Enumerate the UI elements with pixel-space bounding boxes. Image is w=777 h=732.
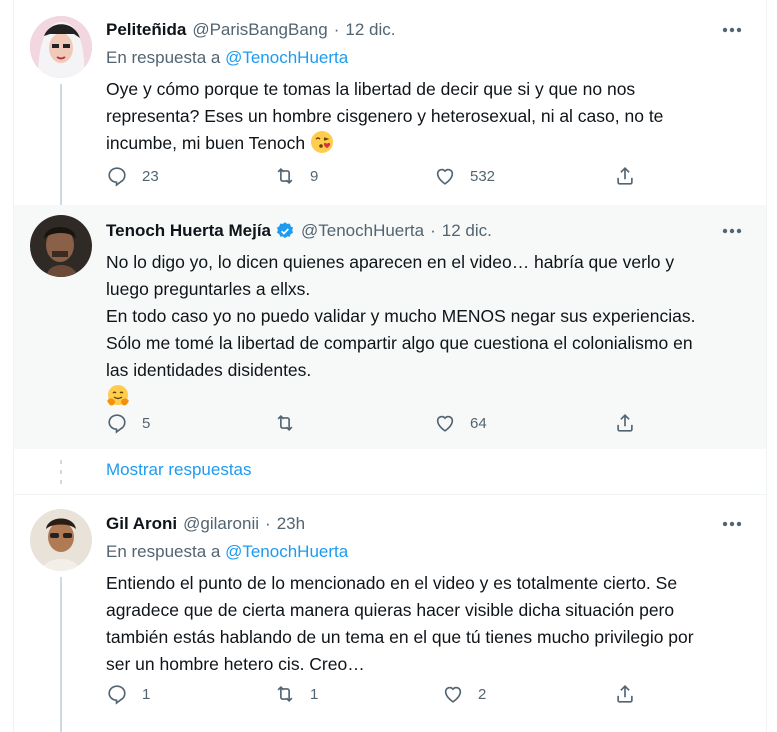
tweet-text: Entiendo el punto de lo mencionado en el… [106,570,746,678]
reply-button[interactable]: 5 [106,412,150,434]
conversation-timeline: Peliteñida @ParisBangBang · 12 dic. En r… [13,0,767,732]
tweet-text-line: representa? Eses un hombre cisgenero y h… [106,106,664,126]
tweet-text-line [106,384,746,411]
avatar-image [30,509,92,571]
tweet-text-line: No lo digo yo, lo dicen quienes aparecen… [106,252,675,272]
tweet-text-line: En todo caso yo no puedo validar y mucho… [106,306,696,326]
tweet-text-line: Oye y cómo porque te tomas la libertad d… [106,79,636,99]
share-icon [617,167,633,185]
reply-mention-link[interactable]: @TenochHuerta [225,48,348,67]
display-name[interactable]: Gil Aroni [106,514,177,534]
display-name[interactable]: Tenoch Huerta Mejía [106,221,271,241]
tweet-header: Gil Aroni @gilaronii · 23h [106,512,746,536]
reply-context: En respuesta a @TenochHuerta [106,48,746,72]
tweet-text-fragment: incumbe, mi buen Tenoch [106,133,306,153]
tweet-peliteñida[interactable]: Peliteñida @ParisBangBang · 12 dic. En r… [14,0,766,209]
heart-icon [436,415,454,432]
tweet-text: No lo digo yo, lo dicen quienes aparecen… [106,249,746,411]
retweet-icon [277,685,293,703]
like-count: 2 [478,685,487,703]
reply-prefix: En respuesta a [106,542,221,561]
more-options-icon[interactable] [718,219,746,243]
thread-dots-icon [60,460,62,484]
verified-badge-icon [277,222,293,239]
retweet-icon [277,414,293,432]
reply-icon [108,414,126,434]
user-handle[interactable]: @ParisBangBang [192,20,327,40]
user-handle[interactable]: @gilaronii [183,514,259,534]
more-options-icon[interactable] [718,512,746,536]
user-handle[interactable]: @TenochHuerta [301,221,424,241]
share-icon [617,414,633,432]
reply-count: 5 [142,414,151,432]
tweet-text-line: las identidades disidentes. [106,360,312,380]
action-bar: 5 64 [14,411,766,435]
share-button[interactable] [614,165,636,187]
tweet-text: Oye y cómo porque te tomas la libertad d… [106,76,746,157]
tweet-text-line: Entiendo el punto de lo mencionado en el… [106,573,678,593]
kiss-emoji-icon [310,131,333,153]
reply-prefix: En respuesta a [106,48,221,67]
thread-line [60,577,62,732]
reply-button[interactable]: 23 [106,165,159,187]
like-button[interactable]: 64 [434,412,487,434]
tweet-text-line: también estás hablando de un tema en el … [106,627,694,647]
avatar-image [30,215,92,277]
action-bar: 1 1 2 [14,682,766,706]
more-options-icon[interactable] [718,18,746,42]
reply-icon [108,167,126,187]
separator-dot: · [430,221,436,240]
timestamp[interactable]: 23h [277,514,305,534]
retweet-icon [277,167,293,185]
heart-icon [436,168,454,185]
like-count: 532 [470,167,496,185]
reply-button[interactable]: 1 [106,683,150,705]
reply-mention-link[interactable]: @TenochHuerta [225,542,348,561]
tweet-text-line: ser un hombre hetero cis. Creo… [106,654,365,674]
share-icon [617,685,633,703]
avatar-image [30,16,92,78]
reply-context: En respuesta a @TenochHuerta [106,542,746,566]
action-bar: 23 9 532 [14,164,766,188]
avatar[interactable] [30,215,92,277]
timestamp[interactable]: 12 dic. [442,221,492,241]
reply-icon [108,685,126,705]
reply-count: 1 [142,685,151,703]
separator-dot: · [265,514,271,533]
reply-count: 23 [142,167,159,185]
retweet-button[interactable]: 9 [274,165,318,187]
tweet-header: Tenoch Huerta Mejía @TenochHuerta · 12 d… [106,219,746,243]
retweet-count: 9 [310,167,319,185]
tweet-text-line: incumbe, mi buen Tenoch [106,130,746,157]
like-button[interactable]: 2 [442,683,486,705]
tweet-text-line: Sólo me tomé la libertad de compartir al… [106,333,693,353]
share-button[interactable] [614,412,636,434]
tweet-gilaroni[interactable]: Gil Aroni @gilaronii · 23h En respuesta … [14,495,766,732]
tweet-header: Peliteñida @ParisBangBang · 12 dic. [106,18,746,42]
like-count: 64 [470,414,487,432]
avatar[interactable] [30,16,92,78]
tweet-text-line: agradece que de cierta manera quieras ha… [106,600,675,620]
heart-icon [444,686,462,703]
retweet-button[interactable] [274,412,310,434]
thread-line [60,84,62,209]
retweet-button[interactable]: 1 [274,683,318,705]
tweet-tenochhuerta[interactable]: Tenoch Huerta Mejía @TenochHuerta · 12 d… [14,205,766,449]
avatar[interactable] [30,509,92,571]
retweet-count: 1 [310,685,319,703]
share-button[interactable] [614,683,636,705]
show-replies-link[interactable]: Mostrar respuestas [106,460,252,480]
separator-dot: · [333,20,340,39]
like-button[interactable]: 532 [434,165,495,187]
timestamp[interactable]: 12 dic. [345,20,395,40]
tweet-text-line: luego preguntarles a ellxs. [106,279,311,299]
hugging-emoji-icon [107,385,129,406]
display-name[interactable]: Peliteñida [106,20,186,40]
